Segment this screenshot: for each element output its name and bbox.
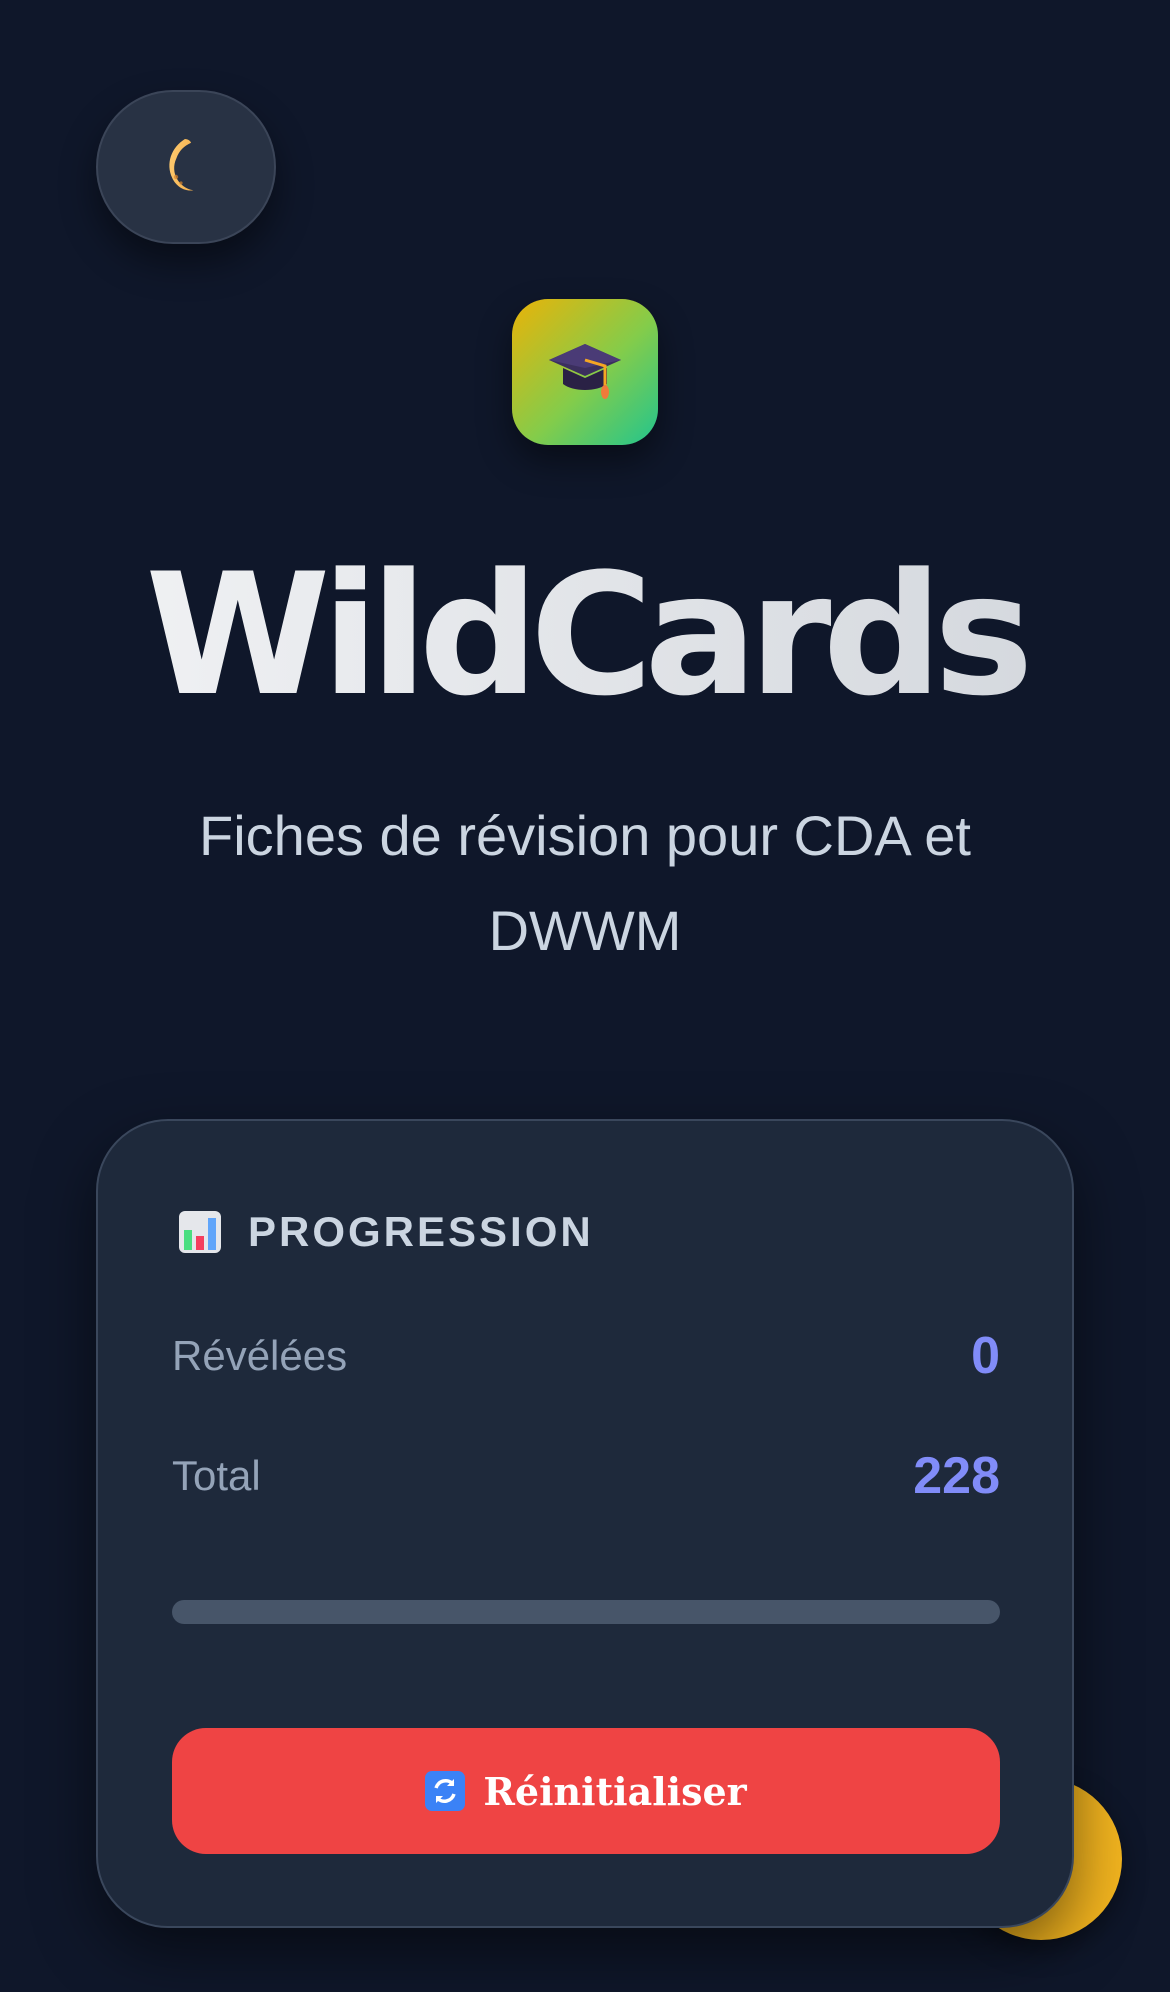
bar-chart-icon [178,1210,222,1254]
total-label: Total [172,1452,261,1499]
progress-bar [172,1600,1000,1624]
crescent-moon-icon [156,135,216,200]
revealed-label: Révélées [172,1332,348,1379]
reset-button-label: Réinitialiser [483,1768,747,1814]
app-logo [512,299,658,445]
progress-card-header: PROGRESSION [178,1203,594,1261]
graduation-cap-icon [545,330,625,415]
app-title: WildCards [0,540,1170,730]
reset-button[interactable]: Réinitialiser [172,1728,1000,1854]
revealed-stat-row: Révélées 0 [172,1321,1000,1391]
app-subtitle: Fiches de révision pour CDA et DWWM [199,804,971,962]
progress-card: PROGRESSION Révélées 0 Total 228 Réiniti… [96,1119,1074,1928]
refresh-icon [425,1771,466,1811]
total-stat-row: Total 228 [172,1441,1000,1511]
progress-card-title: PROGRESSION [248,1208,594,1255]
theme-toggle-button[interactable] [96,90,276,244]
total-value: 228 [913,1447,1000,1505]
revealed-value: 0 [971,1327,1000,1385]
